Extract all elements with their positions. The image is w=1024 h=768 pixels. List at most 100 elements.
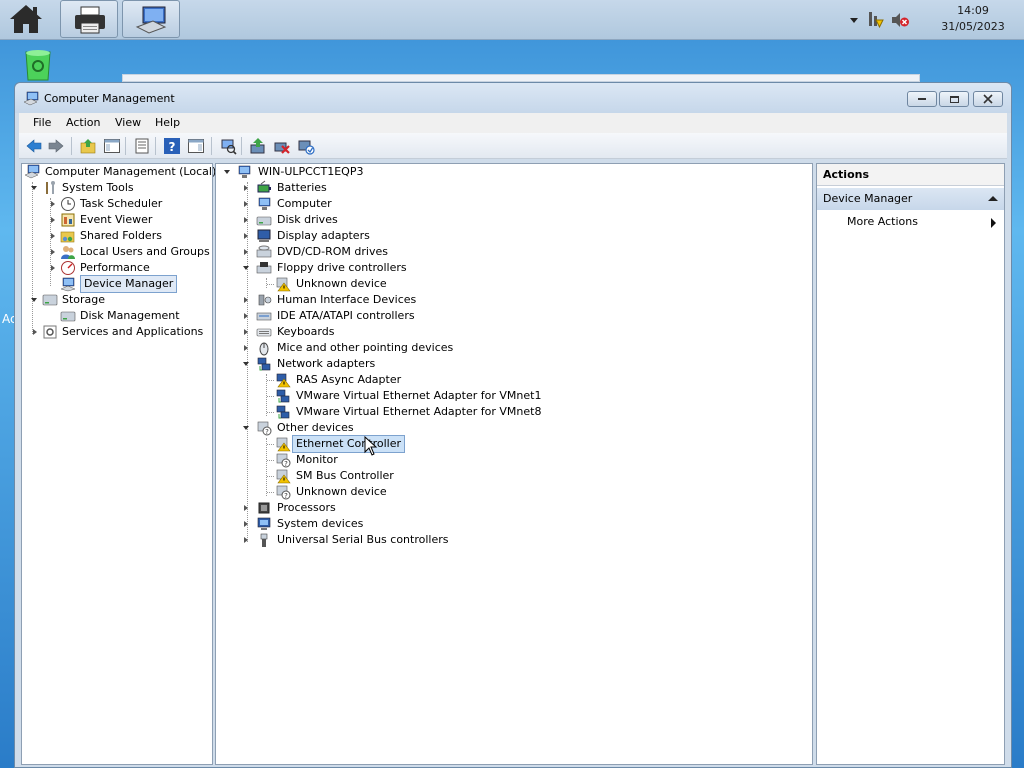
device-tree-item-label: Disk drives <box>277 213 338 226</box>
collapsed-arrow-icon[interactable] <box>244 233 248 239</box>
collapsed-arrow-icon[interactable] <box>244 249 248 255</box>
recycle-bin-icon[interactable] <box>20 48 56 82</box>
collapsed-arrow-icon[interactable] <box>244 521 248 527</box>
warning-device-icon <box>276 469 291 484</box>
device-manager-icon <box>60 277 76 292</box>
mouse-icon <box>259 342 269 356</box>
collapsed-arrow-icon[interactable] <box>51 217 55 223</box>
device-tree-item-label: Floppy drive controllers <box>277 261 407 274</box>
svg-text:?: ? <box>265 428 269 436</box>
collapsed-arrow-icon[interactable] <box>244 201 248 207</box>
menu-file[interactable]: File <box>33 116 51 129</box>
expanded-arrow-icon[interactable] <box>31 298 37 302</box>
device-tree-item-label: Unknown device <box>296 277 387 290</box>
collapsed-arrow-icon[interactable] <box>244 537 248 543</box>
keyboard-icon <box>256 328 272 337</box>
device-tree-item-label: WIN-ULPCCT1EQP3 <box>258 165 364 178</box>
menu-help[interactable]: Help <box>155 116 180 129</box>
actions-group-device-manager[interactable]: Device Manager <box>817 188 1004 210</box>
console-tree-pane[interactable]: Computer Management (Local) System Tools… <box>21 163 216 765</box>
minimize-button[interactable] <box>907 91 937 107</box>
system-devices-icon <box>257 517 271 530</box>
disk-management-icon <box>60 311 76 322</box>
computer-management-icon <box>135 6 167 34</box>
tree-item-label: Disk Management <box>80 309 180 322</box>
expanded-arrow-icon[interactable] <box>243 362 249 366</box>
collapsed-arrow-icon[interactable] <box>51 265 55 271</box>
floppy-controller-icon <box>256 262 272 274</box>
collapsed-arrow-icon[interactable] <box>51 201 55 207</box>
tree-line <box>267 412 274 413</box>
taskbar-app-printer[interactable] <box>60 0 118 38</box>
system-tools-icon <box>46 181 55 194</box>
toolbar-separator <box>125 137 126 155</box>
collapsed-arrow-icon[interactable] <box>244 313 248 319</box>
collapsed-arrow-icon[interactable] <box>33 329 37 335</box>
computer-icon <box>258 197 271 210</box>
computer-icon <box>238 165 251 178</box>
tree-item-label: Local Users and Groups <box>80 245 210 258</box>
collapsed-arrow-icon[interactable] <box>244 217 248 223</box>
taskbar-app-computer-management[interactable] <box>122 0 180 38</box>
collapsed-arrow-icon[interactable] <box>244 297 248 303</box>
scan-hardware-changes-icon[interactable] <box>219 137 237 155</box>
show-hide-console-tree-icon[interactable] <box>103 137 121 155</box>
device-tree-item-label: Processors <box>277 501 336 514</box>
tree-item-label: Event Viewer <box>80 213 153 226</box>
window-title: Computer Management <box>44 92 175 105</box>
show-hidden-icons-button[interactable] <box>844 10 864 30</box>
collapsed-arrow-icon[interactable] <box>51 249 55 255</box>
tree-line <box>267 396 274 397</box>
collapsed-arrow-icon[interactable] <box>244 345 248 351</box>
expanded-arrow-icon[interactable] <box>31 186 37 190</box>
storage-icon <box>42 294 58 306</box>
menu-action[interactable]: Action <box>66 116 100 129</box>
volume-tray-button[interactable] <box>890 10 910 30</box>
other-devices-icon: ? <box>257 421 272 436</box>
title-bar[interactable]: Computer Management <box>15 83 1011 113</box>
processor-icon <box>258 502 270 514</box>
device-tree-item-label: Batteries <box>277 181 327 194</box>
toolbar-separator <box>71 137 72 155</box>
warning-device-icon <box>276 437 291 452</box>
update-driver-icon[interactable] <box>249 137 267 155</box>
actions-group-label: Device Manager <box>823 192 913 205</box>
toolbar-separator <box>241 137 242 155</box>
home-button[interactable] <box>0 0 56 38</box>
collapse-up-icon[interactable] <box>988 196 998 201</box>
properties-icon[interactable] <box>133 137 151 155</box>
menu-view[interactable]: View <box>115 116 141 129</box>
collapsed-arrow-icon[interactable] <box>51 233 55 239</box>
back-arrow-icon[interactable] <box>25 137 43 155</box>
background-window <box>122 74 920 82</box>
svg-text:?: ? <box>284 460 288 468</box>
uninstall-device-icon[interactable] <box>273 137 291 155</box>
toolbar: ? <box>19 133 1007 159</box>
collapsed-arrow-icon[interactable] <box>244 185 248 191</box>
network-tray-button[interactable] <box>866 10 886 30</box>
maximize-button[interactable] <box>939 91 969 107</box>
usb-icon <box>260 533 268 547</box>
device-tree-item-label: Ethernet Controller <box>292 435 405 453</box>
expanded-arrow-icon[interactable] <box>224 170 230 174</box>
users-icon <box>61 246 75 259</box>
up-folder-icon[interactable] <box>79 137 97 155</box>
device-tree-pane[interactable]: WIN-ULPCCT1EQP3 Batteries Computer Disk dri… <box>215 163 813 765</box>
close-button[interactable] <box>973 91 1003 107</box>
forward-arrow-icon[interactable] <box>47 137 65 155</box>
expanded-arrow-icon[interactable] <box>243 266 249 270</box>
collapsed-arrow-icon[interactable] <box>244 329 248 335</box>
help-icon[interactable]: ? <box>163 137 181 155</box>
expanded-arrow-icon[interactable] <box>243 426 249 430</box>
enable-device-icon[interactable] <box>297 137 315 155</box>
collapsed-arrow-icon[interactable] <box>244 505 248 511</box>
svg-text:?: ? <box>284 492 288 500</box>
tree-item-label: Services and Applications <box>62 325 204 338</box>
printer-icon <box>75 6 105 34</box>
chevron-right-icon[interactable] <box>991 218 996 228</box>
clock[interactable]: 14:09 31/05/2023 <box>928 3 1018 35</box>
actions-header: Actions <box>817 164 1004 186</box>
more-actions-item[interactable]: More Actions <box>847 215 918 228</box>
show-hide-action-pane-icon[interactable] <box>187 137 205 155</box>
toolbar-separator <box>211 137 212 155</box>
